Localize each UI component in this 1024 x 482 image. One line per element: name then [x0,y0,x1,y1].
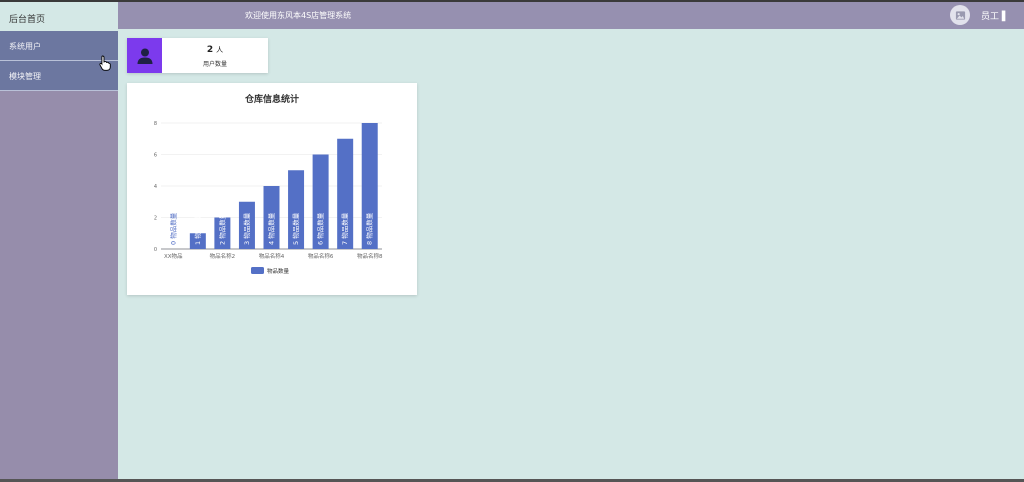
bar-data-label: 4 物品数量 [267,212,276,245]
sidebar-item-label: 模块管理 [9,72,41,81]
user-count-value: 2 [206,45,214,55]
sidebar: 后台首页 系统用户 模块管理 [0,2,118,479]
bar-data-label: 8 物品数量 [365,212,374,245]
bar-data-label: 2 物品数量 [217,212,226,245]
image-icon [955,10,965,20]
hand-pointer-icon [99,55,111,71]
legend-swatch [251,267,264,274]
y-tick-label: 2 [154,216,157,222]
y-tick-label: 0 [154,247,157,253]
avatar[interactable] [950,5,970,25]
x-tick-label: 物品名称2 [210,252,236,260]
user-name-label: 员工 [981,12,1000,22]
stat-value-row: 2人 [162,45,268,55]
bar-data-label: 6 物品数量 [316,212,325,245]
y-tick-label: 4 [154,184,157,190]
y-tick-label: 8 [154,121,157,127]
user-icon [137,48,152,64]
chart-title: 仓库信息统计 [244,93,299,105]
x-tick-label: 物品名称6 [308,252,334,260]
caret-icon: ▌ [1001,12,1009,22]
bar-data-label: 1 物品数量 [193,212,202,245]
bar-data-label: 0 物品数量 [168,212,177,245]
user-count-unit: 人 [216,46,224,54]
stat-icon-box [127,38,162,73]
bar-data-label: 5 物品数量 [291,212,300,245]
x-tick-label: XX物品 [164,252,183,260]
legend-label: 物品数量 [267,267,290,275]
x-tick-label: 物品名称4 [259,252,285,260]
sidebar-item-home[interactable]: 后台首页 [0,2,118,31]
user-menu[interactable]: 员工 ▌ [981,9,1009,22]
top-header: 欢迎使用东风本4S店管理系统 员工 ▌ [118,2,1024,29]
x-tick-label: 物品名称8 [357,252,383,260]
user-count-label: 用户数量 [202,61,227,68]
bar-data-label: 7 物品数量 [340,212,349,245]
warehouse-chart-card: 仓库信息统计 0 2 4 6 8 0 物品数量 1 物品数量 2 物品数量 3 物品数量 4 物品数… [127,83,417,295]
warehouse-bar-chart: 仓库信息统计 0 2 4 6 8 0 物品数量 1 物品数量 2 物品数量 3 物品数量 4 物品数… [154,93,383,275]
y-tick-label: 6 [154,153,157,159]
sidebar-item-label: 系统用户 [9,42,41,51]
welcome-title: 欢迎使用东风本4S店管理系统 [245,11,352,20]
sidebar-home-label: 后台首页 [9,15,46,25]
user-count-card: 2人 用户数量 [127,38,268,73]
bar-data-label: 3 物品数量 [242,212,251,245]
